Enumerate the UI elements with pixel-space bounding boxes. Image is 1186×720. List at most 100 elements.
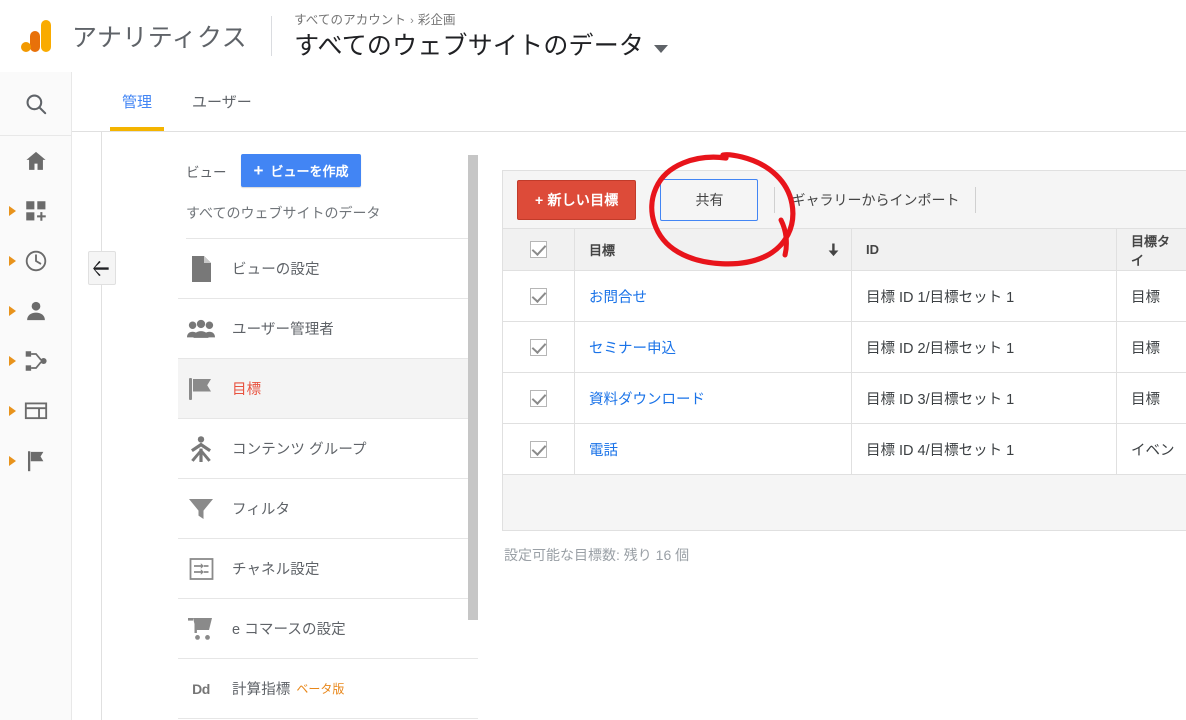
- acquisition-share-icon: [25, 351, 47, 371]
- expand-arrow-icon: [9, 456, 16, 466]
- logo-dot: [21, 42, 31, 52]
- conversions-flag-icon: [27, 451, 43, 472]
- admin-tabs: 管理 ユーザー: [72, 72, 1186, 132]
- home-icon: [25, 151, 46, 170]
- goal-link[interactable]: 電話: [589, 443, 618, 459]
- breadcrumb-property[interactable]: 彩企画: [418, 13, 456, 27]
- row-checkbox-cell[interactable]: [502, 270, 575, 322]
- breadcrumb: すべてのアカウント › 彩企画: [294, 11, 668, 30]
- menu-label: コンテンツ グループ: [232, 442, 367, 458]
- menu-item-filters[interactable]: フィルタ: [178, 479, 478, 539]
- goal-link[interactable]: 資料ダウンロード: [589, 392, 705, 408]
- channel-settings-icon: [186, 556, 216, 582]
- menu-item-ecommerce-settings[interactable]: e コマースの設定: [178, 599, 478, 659]
- row-checkbox[interactable]: [530, 389, 547, 407]
- menu-item-view-settings[interactable]: ビューの設定: [178, 239, 478, 299]
- new-goal-button[interactable]: + 新しい目標: [517, 179, 637, 220]
- row-checkbox[interactable]: [530, 287, 547, 305]
- menu-label: 計算指標: [232, 682, 291, 698]
- table-header-row: 目標 ID 目標タイ: [502, 228, 1186, 271]
- collapse-panel-button[interactable]: [88, 251, 116, 285]
- sidebar-item-home[interactable]: [0, 136, 71, 186]
- select-all-checkbox[interactable]: [530, 241, 547, 259]
- view-header: ビュー + ビューを作成: [178, 132, 478, 187]
- row-checkbox[interactable]: [530, 338, 547, 356]
- menu-label: ユーザー管理者: [232, 322, 334, 338]
- menu-label: フィルタ: [232, 502, 291, 518]
- sort-descending-arrow-icon[interactable]: [828, 243, 839, 256]
- menu-item-channel-settings[interactable]: チャネル設定: [178, 539, 478, 599]
- row-type-cell: 目標: [1116, 270, 1186, 322]
- table-row[interactable]: お問合せ 目標 ID 1/目標セット 1 目標: [502, 270, 1186, 322]
- header-goal-cell[interactable]: 目標: [574, 228, 852, 271]
- row-checkbox-cell[interactable]: [502, 321, 575, 373]
- goals-panel: + 新しい目標 共有 ギャラリーからインポート 目標 ID 目標タイ お問合せ …: [502, 170, 1186, 565]
- row-goal-cell: 資料ダウンロード: [574, 372, 852, 424]
- document-icon: [186, 255, 216, 282]
- header-divider: [271, 16, 273, 56]
- breadcrumb-chevron-icon: ›: [410, 14, 414, 27]
- sidebar-item-behavior[interactable]: [0, 386, 71, 436]
- goals-table-head: 目標 ID 目標タイ: [502, 228, 1186, 271]
- property-title-row[interactable]: すべてのウェブサイトのデータ: [294, 30, 669, 62]
- goal-link[interactable]: セミナー申込: [589, 341, 676, 357]
- view-label: ビュー: [186, 164, 227, 180]
- table-row[interactable]: 資料ダウンロード 目標 ID 3/目標セット 1 目標: [502, 372, 1186, 424]
- realtime-clock-icon: [25, 250, 46, 272]
- menu-item-content-grouping[interactable]: コンテンツ グループ: [178, 419, 478, 479]
- current-view-name[interactable]: すべてのウェブサイトのデータ: [178, 187, 478, 238]
- row-type-cell: イベン: [1116, 423, 1186, 475]
- header-type-cell[interactable]: 目標タイ: [1116, 228, 1186, 271]
- analytics-logo[interactable]: [0, 0, 72, 72]
- row-id-cell: 目標 ID 1/目標セット 1: [851, 270, 1117, 322]
- row-type-cell: 目標: [1116, 321, 1186, 373]
- header-id-cell[interactable]: ID: [851, 228, 1117, 271]
- row-checkbox[interactable]: [530, 440, 547, 458]
- property-selector-block: すべてのアカウント › 彩企画 すべてのウェブサイトのデータ: [294, 11, 669, 62]
- row-checkbox-cell[interactable]: [502, 372, 575, 424]
- row-goal-cell: セミナー申込: [574, 321, 852, 373]
- goals-table-body: お問合せ 目標 ID 1/目標セット 1 目標 セミナー申込 目標 ID 2/目…: [502, 270, 1186, 475]
- toolbar-divider: [975, 186, 977, 213]
- sidebar-item-acquisition[interactable]: [0, 336, 71, 386]
- scrollbar-thumb[interactable]: [468, 155, 478, 620]
- table-row[interactable]: セミナー申込 目標 ID 2/目標セット 1 目標: [502, 321, 1186, 373]
- analytics-admin-page: アナリティクス すべてのアカウント › 彩企画 すべてのウェブサイトのデータ 管…: [0, 0, 1186, 720]
- remaining-goals-note: 設定可能な目標数: 残り 16 個: [504, 547, 690, 563]
- import-from-gallery-link[interactable]: ギャラリーからインポート: [791, 190, 959, 210]
- row-type-cell: 目標: [1116, 372, 1186, 424]
- breadcrumb-account[interactable]: すべてのアカウント: [294, 13, 406, 27]
- menu-item-goals[interactable]: 目標: [178, 359, 478, 419]
- toolbar-divider: [774, 186, 776, 213]
- goal-link[interactable]: お問合せ: [589, 290, 647, 306]
- share-button[interactable]: 共有: [660, 178, 759, 221]
- top-header: アナリティクス すべてのアカウント › 彩企画 すべてのウェブサイトのデータ: [0, 0, 1186, 72]
- rail-search[interactable]: [0, 72, 71, 136]
- row-goal-cell: 電話: [574, 423, 852, 475]
- menu-item-calculated-metrics[interactable]: Dd 計算指標 ベータ版: [178, 659, 478, 719]
- menu-label: チャネル設定: [232, 562, 320, 578]
- expand-arrow-icon: [9, 356, 16, 366]
- tab-admin[interactable]: 管理: [102, 71, 172, 131]
- view-column-scrollbar[interactable]: [468, 150, 478, 720]
- sidebar-item-customization[interactable]: [0, 186, 71, 236]
- sidebar-item-audience[interactable]: [0, 286, 71, 336]
- menu-item-user-management[interactable]: ユーザー管理者: [178, 299, 478, 359]
- dd-calculated-metrics-icon: Dd: [192, 680, 210, 697]
- header-select-all-cell[interactable]: [502, 228, 575, 271]
- column-divider: [101, 132, 102, 720]
- funnel-filter-icon: [186, 496, 216, 522]
- sidebar-item-realtime[interactable]: [0, 236, 71, 286]
- row-id-cell: 目標 ID 2/目標セット 1: [851, 321, 1117, 373]
- row-checkbox-cell[interactable]: [502, 423, 575, 475]
- behavior-window-icon: [24, 402, 47, 420]
- table-row[interactable]: 電話 目標 ID 4/目標セット 1 イベン: [502, 423, 1186, 475]
- tab-users[interactable]: ユーザー: [172, 71, 272, 131]
- create-view-button[interactable]: + ビューを作成: [240, 154, 362, 187]
- expand-arrow-icon: [9, 256, 16, 266]
- chevron-down-icon[interactable]: [654, 44, 669, 53]
- plus-icon: +: [253, 161, 264, 180]
- sidebar-item-conversions[interactable]: [0, 436, 71, 486]
- logo-bar-tall: [41, 20, 51, 52]
- column-header-id: ID: [866, 242, 879, 257]
